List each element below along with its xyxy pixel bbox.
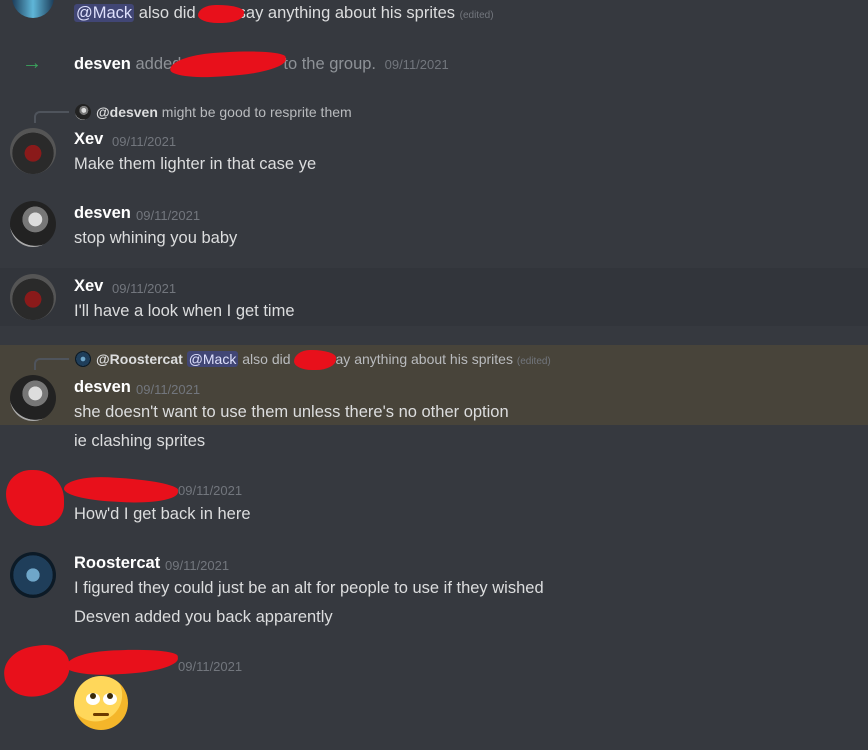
message-text: ie clashing sprites (74, 432, 206, 450)
message-text: also did (138, 4, 196, 22)
chat-log: @Mack also did say anything about his spr… (0, 0, 868, 750)
message-text: stop whining you baby (74, 229, 238, 247)
reply-text: might be good to resprite them (161, 104, 352, 120)
timestamp: 09/11/2021 (178, 659, 243, 674)
user-avatar[interactable] (10, 274, 56, 320)
timestamp: 09/11/2021 (384, 57, 449, 72)
reply-preview[interactable]: @desven might be good to resprite them (96, 104, 352, 120)
user-avatar[interactable] (10, 201, 56, 247)
edited-indicator: (edited) (516, 356, 551, 367)
redacted-avatar (0, 641, 74, 701)
message-text: I figured they could just be an alt for … (74, 579, 544, 597)
message-text: Make them lighter in that case ye (74, 155, 317, 173)
reply-connector (34, 358, 69, 370)
timestamp: 09/11/2021 (178, 483, 243, 498)
redaction-mark (169, 47, 287, 81)
user-avatar[interactable] (10, 128, 56, 174)
reply-author[interactable]: @Roostercat (96, 351, 183, 367)
message-text: Desven added you back apparently (74, 608, 333, 626)
message-author[interactable]: desven (74, 204, 131, 223)
system-text: to the group. (283, 55, 377, 73)
message-author[interactable]: Xev (74, 277, 103, 296)
timestamp: 09/11/2021 (136, 382, 201, 397)
timestamp: 09/11/2021 (136, 208, 201, 223)
redaction-mark (63, 475, 179, 505)
message-text: say anything about his sprites (237, 4, 456, 22)
reply-connector (34, 111, 69, 123)
redaction-mark (65, 647, 179, 677)
message-author[interactable]: desven (74, 378, 131, 397)
reply-avatar (75, 104, 91, 120)
redaction-mark (294, 350, 336, 370)
user-avatar[interactable] (10, 552, 56, 598)
join-arrow-icon: → (22, 52, 42, 74)
redacted-avatar (6, 470, 64, 526)
user-avatar[interactable] (12, 0, 54, 18)
message-text: she doesn't want to use them unless ther… (74, 403, 509, 421)
message-content: @Mack also did say anything about his spr… (74, 4, 494, 23)
message-text: I'll have a look when I get time (74, 302, 295, 320)
message-author[interactable]: Xev (74, 130, 103, 149)
system-actor[interactable]: desven (74, 55, 131, 73)
message-author[interactable]: Roostercat (74, 554, 160, 573)
timestamp: 09/11/2021 (112, 281, 177, 296)
reply-text: also did (242, 351, 291, 367)
rolling-eyes-emoji-icon (74, 676, 128, 730)
message-text: How'd I get back in here (74, 505, 251, 523)
user-avatar[interactable] (10, 375, 56, 421)
user-mention[interactable]: @Mack (74, 4, 135, 22)
reply-avatar (75, 351, 91, 367)
reply-author[interactable]: @desven (96, 104, 158, 120)
timestamp: 09/11/2021 (165, 558, 230, 573)
edited-indicator: (edited) (459, 10, 494, 21)
redaction-mark (198, 5, 244, 23)
reply-text: say anything about his sprites (328, 351, 513, 367)
user-mention[interactable]: @Mack (186, 351, 239, 367)
timestamp: 09/11/2021 (112, 134, 177, 149)
